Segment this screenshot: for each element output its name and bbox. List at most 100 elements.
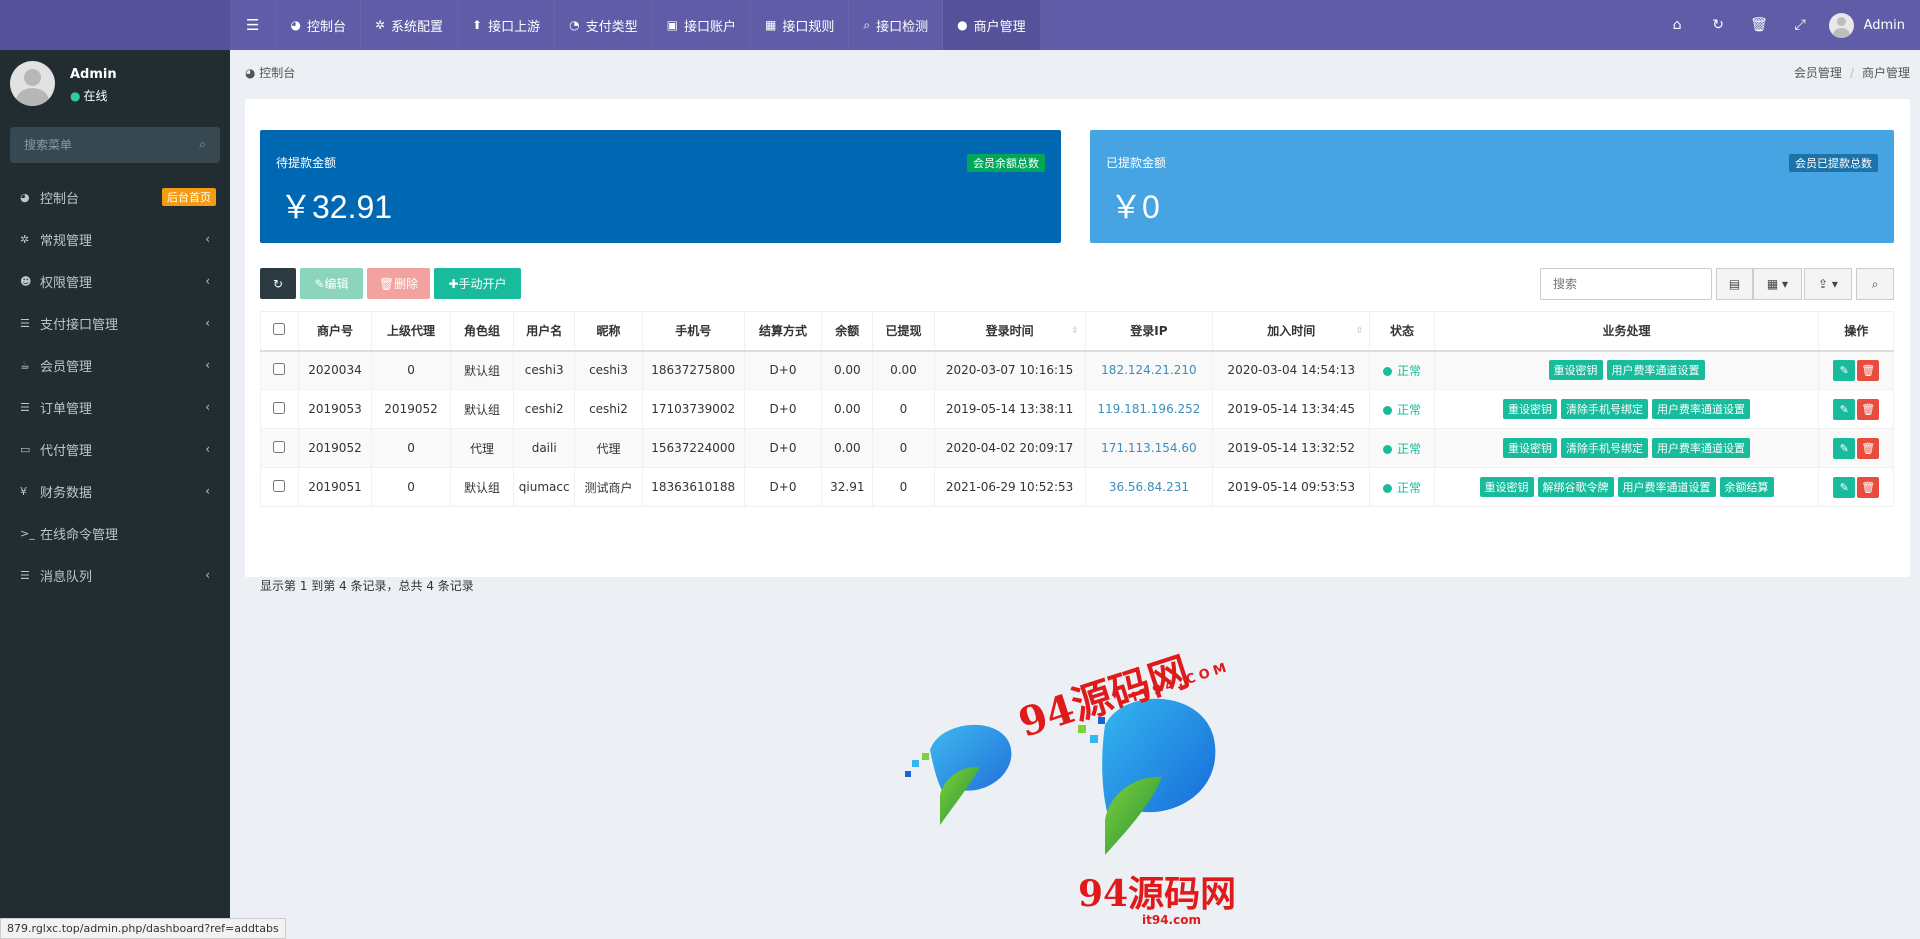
search-input[interactable]	[1541, 269, 1711, 299]
refresh-button[interactable]: ↻	[260, 268, 296, 299]
delete-row-button[interactable]: 🗑	[1857, 437, 1880, 459]
add-merchant-button[interactable]: ✚ 手动开户	[434, 268, 521, 299]
table-row[interactable]: 2020034 0 默认组 ceshi3 ceshi3 18637275800 …	[260, 350, 1894, 390]
col-merchant-id[interactable]: 商户号	[297, 311, 373, 352]
rate-channel-button[interactable]: 用户费率通道设置	[1606, 360, 1705, 381]
user-menu[interactable]: Admin	[1828, 12, 1905, 38]
delete-row-button[interactable]: 🗑	[1857, 476, 1880, 498]
merchant-table: 商户号 上级代理 角色组 用户名 昵称 手机号 结算方式 余额 已提现 登录时间…	[260, 311, 1894, 507]
sidebar-item-general[interactable]: ✲ 常规管理 ‹	[0, 218, 230, 260]
rate-channel-button[interactable]: 用户费率通道设置	[1652, 438, 1751, 458]
edit-row-button[interactable]: ✎	[1833, 476, 1856, 498]
sidebar-item-member[interactable]: ☕ 会员管理 ‹	[0, 344, 230, 386]
col-withdrawn[interactable]: 已提现	[872, 311, 935, 352]
rules-icon: ▦	[764, 18, 777, 32]
col-parent-agent[interactable]: 上级代理	[371, 311, 451, 352]
online-dot-icon: ●	[70, 89, 81, 103]
delete-row-button[interactable]: 🗑	[1857, 359, 1880, 381]
col-join-time[interactable]: 加入时间 ⇳	[1212, 311, 1371, 352]
fullscreen-icon[interactable]: ⤢	[1780, 17, 1821, 33]
edit-row-button[interactable]: ✎	[1833, 359, 1856, 381]
col-phone[interactable]: 手机号	[641, 311, 745, 352]
row-checkbox[interactable]	[273, 479, 286, 492]
nav-pay-type[interactable]: ◔ 支付类型	[555, 0, 653, 50]
edit-row-button[interactable]: ✎	[1833, 437, 1856, 459]
nav-api-check[interactable]: ⌕ 接口检测	[849, 0, 944, 50]
cell-username: ceshi2	[513, 389, 576, 429]
col-login-ip[interactable]: 登录IP	[1084, 311, 1214, 352]
cell-login-ip[interactable]: 182.124.21.210	[1084, 350, 1214, 390]
sort-icon: ⇳	[1355, 326, 1364, 336]
toggle-view-button[interactable]: ▤	[1716, 268, 1753, 300]
col-login-time[interactable]: 登录时间 ⇳	[933, 311, 1086, 352]
breadcrumb-item[interactable]: 会员管理	[1794, 66, 1842, 80]
col-username[interactable]: 用户名	[513, 311, 576, 352]
delete-button[interactable]: 🗑 删除	[367, 268, 430, 299]
edit-row-button[interactable]: ✎	[1833, 398, 1856, 420]
col-nickname[interactable]: 昵称	[574, 311, 643, 352]
cell-login-ip[interactable]: 119.181.196.252	[1084, 389, 1214, 429]
refresh-icon[interactable]: ↻	[1698, 17, 1739, 33]
row-checkbox[interactable]	[273, 440, 286, 453]
users-icon: ☻	[20, 274, 32, 288]
advanced-search-button[interactable]: ⌕	[1856, 268, 1894, 300]
sidebar-item-orders[interactable]: ☰ 订单管理 ‹	[0, 386, 230, 428]
cell-username: ceshi3	[513, 350, 576, 390]
columns-button[interactable]: ▦ ▾	[1753, 268, 1802, 300]
balance-settle-button[interactable]: 余额结算	[1719, 477, 1774, 497]
table-row[interactable]: 2019053 2019052 默认组 ceshi2 ceshi2 171037…	[260, 389, 1894, 429]
rate-channel-button[interactable]: 用户费率通道设置	[1652, 399, 1751, 419]
nav-system-config[interactable]: ✲ 系统配置	[361, 0, 459, 50]
table-row[interactable]: 2019051 0 默认组 qiumacc 测试商户 18363610188 D…	[260, 467, 1894, 507]
sidebar-item-dashboard[interactable]: ◕ 控制台 后台首页	[0, 176, 230, 218]
sidebar-search-input[interactable]	[10, 127, 180, 163]
user-name: Admin	[70, 67, 117, 82]
trash-icon[interactable]: 🗑	[1739, 17, 1780, 33]
reset-key-button[interactable]: 重设密钥	[1479, 477, 1534, 497]
clear-phone-button[interactable]: 清除手机号绑定	[1561, 399, 1649, 419]
nav-dashboard[interactable]: ◕ 控制台	[276, 0, 361, 50]
export-icon: ⇪ ▾	[1818, 277, 1838, 291]
export-button[interactable]: ⇪ ▾	[1804, 268, 1852, 300]
breadcrumb-home[interactable]: ◕ 控制台	[245, 64, 295, 81]
avatar	[1828, 12, 1854, 38]
cell-username: daili	[513, 428, 576, 468]
unbind-google-button[interactable]: 解绑谷歌令牌	[1537, 477, 1614, 497]
col-role-group[interactable]: 角色组	[449, 311, 515, 352]
nav-upstream[interactable]: ⬆ 接口上游	[458, 0, 556, 50]
row-checkbox[interactable]	[273, 362, 286, 375]
col-status[interactable]: 状态	[1369, 311, 1435, 352]
sidebar-item-finance[interactable]: ¥ 财务数据 ‹	[0, 470, 230, 512]
gear-icon: ✲	[374, 18, 386, 32]
reset-key-button[interactable]: 重设密钥	[1503, 438, 1558, 458]
delete-row-button[interactable]: 🗑	[1857, 398, 1880, 420]
rate-channel-button[interactable]: 用户费率通道设置	[1617, 477, 1716, 497]
row-select-cell	[260, 389, 299, 429]
cell-login-ip[interactable]: 171.113.154.60	[1084, 428, 1214, 468]
search-icon[interactable]: ⌕	[199, 137, 206, 152]
home-icon[interactable]: ⌂	[1657, 17, 1698, 33]
sidebar-item-payout[interactable]: ▭ 代付管理 ‹	[0, 428, 230, 470]
reset-key-button[interactable]: 重设密钥	[1548, 360, 1603, 381]
nav-api-rules[interactable]: ▦ 接口规则	[751, 0, 850, 50]
sidebar-item-queue[interactable]: ☰ 消息队列 ‹	[0, 554, 230, 596]
nav-merchant[interactable]: ● 商户管理	[943, 0, 1041, 50]
col-settle[interactable]: 结算方式	[743, 311, 823, 352]
col-balance[interactable]: 余额	[821, 311, 874, 352]
clear-phone-button[interactable]: 清除手机号绑定	[1561, 438, 1649, 458]
row-checkbox[interactable]	[273, 401, 286, 414]
sidebar-item-auth[interactable]: ☻ 权限管理 ‹	[0, 260, 230, 302]
cell-status: 正常	[1369, 350, 1435, 390]
sidebar-toggle-button[interactable]: ☰	[230, 0, 277, 50]
yen-icon: ¥	[20, 484, 27, 498]
edit-button[interactable]: ✎ 编辑	[300, 268, 363, 299]
row-select-cell	[260, 467, 299, 507]
table-row[interactable]: 2019052 0 代理 daili 代理 15637224000 D+0 0.…	[260, 428, 1894, 468]
select-all-checkbox[interactable]	[273, 323, 286, 336]
sidebar-item-pay-api[interactable]: ☰ 支付接口管理 ‹	[0, 302, 230, 344]
top-navbar: ☰ ◕ 控制台 ✲ 系统配置 ⬆ 接口上游 ◔ 支付类型 ▣ 接口账户 ▦ 接口规则 ⌕ 接口…	[0, 0, 1920, 50]
sidebar-item-command[interactable]: >_ 在线命令管理	[0, 512, 230, 554]
reset-key-button[interactable]: 重设密钥	[1503, 399, 1558, 419]
nav-api-account[interactable]: ▣ 接口账户	[653, 0, 751, 50]
cell-login-ip[interactable]: 36.56.84.231	[1084, 467, 1214, 507]
